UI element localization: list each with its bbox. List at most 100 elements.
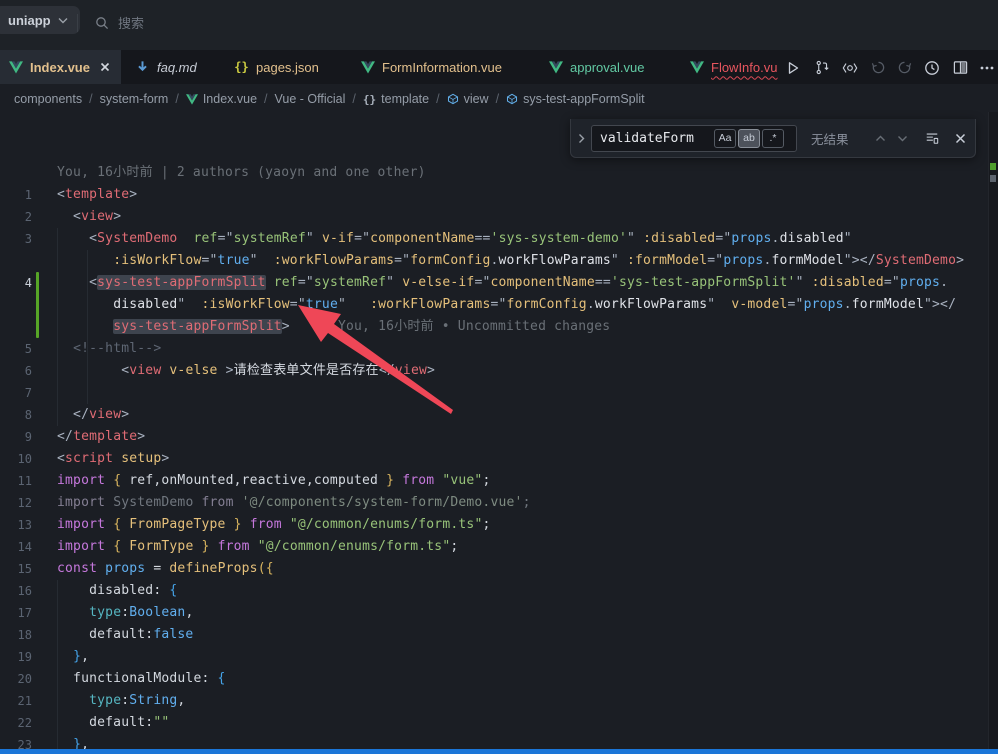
code-row[interactable]: :isWorkFlow="true" :workFlowParams="form… [0, 250, 988, 272]
occurrence-highlight: sys-test-appFormSplit [113, 319, 282, 334]
tab-flowinfo-vue[interactable]: FlowInfo.vu [681, 50, 778, 84]
breadcrumb-item-vue-official[interactable]: Vue - Official [275, 92, 346, 106]
close-find-widget-button[interactable] [949, 127, 971, 149]
code-row[interactable]: 21 type:String, [0, 690, 988, 712]
code-token: =" [201, 253, 217, 268]
tab-index-vue[interactable]: Index.vue [0, 50, 121, 84]
code-token: </ [57, 429, 73, 444]
breadcrumb-separator: / [436, 92, 439, 106]
code-token: SystemDemo [105, 495, 201, 510]
code-row[interactable]: 7 [0, 382, 988, 404]
code-row[interactable]: 1<template> [0, 184, 988, 206]
code-token: systemRef [314, 275, 386, 290]
code-token [210, 539, 218, 554]
code-row[interactable]: 16 disabled: { [0, 580, 988, 602]
code-row[interactable]: 12import SystemDemo from '@/components/s… [0, 492, 988, 514]
code-row[interactable]: 2 <view> [0, 206, 988, 228]
code-token: > [113, 209, 121, 224]
code-token [105, 539, 113, 554]
previous-match-button[interactable] [869, 127, 891, 149]
code-row[interactable]: sys-test-appFormSplit> You, 16小时前 • Unco… [0, 316, 988, 338]
whole-word-button[interactable]: ab [738, 129, 760, 148]
vue-icon [8, 60, 23, 75]
line-number: 4 [0, 272, 32, 294]
overview-ruler[interactable] [989, 112, 998, 750]
code-row[interactable]: 18 default:false [0, 624, 988, 646]
tab-pages-json[interactable]: {} pages.json [226, 50, 330, 84]
code-token [57, 649, 73, 664]
code-row[interactable]: 14import { FormType } from "@/common/enu… [0, 536, 988, 558]
open-changes-icon[interactable] [840, 58, 860, 77]
split-editor-button[interactable] [950, 58, 970, 77]
more-actions-button[interactable] [977, 58, 997, 77]
tab-label: pages.json [256, 60, 319, 75]
breadcrumb-item-template[interactable]: {} template [363, 92, 429, 106]
find-results-count: 无结果 [811, 129, 869, 148]
vue-icon [186, 94, 198, 105]
code-token: ({ [258, 561, 274, 576]
code-token [242, 517, 250, 532]
code-text: }, [57, 646, 89, 668]
code-token: v-if [322, 231, 354, 246]
tab-faq-md[interactable]: faq.md [127, 50, 209, 84]
toggle-replace-button[interactable] [571, 119, 591, 157]
code-row[interactable]: 19 }, [0, 646, 988, 668]
code-token: < [57, 231, 97, 246]
code-text: :isWorkFlow="true" :workFlowParams="form… [57, 250, 964, 272]
profile-icon[interactable] [922, 58, 942, 77]
run-button[interactable] [783, 58, 803, 77]
code-row[interactable]: 11import { ref,onMounted,reactive,comput… [0, 470, 988, 492]
breadcrumb-item-index-vue[interactable]: Index.vue [186, 92, 257, 106]
code-row[interactable]: You, 16小时前 | 2 authors (yaoyn and one ot… [0, 162, 988, 184]
code-token: =" [884, 275, 900, 290]
breadcrumb-item-system-form[interactable]: system-form [100, 92, 169, 106]
code-token: } [386, 473, 394, 488]
tab-forminformation-vue[interactable]: FormInformation.vue [352, 50, 516, 84]
code-row[interactable]: 13import { FromPageType } from "@/common… [0, 514, 988, 536]
code-token [266, 275, 274, 290]
global-search-button[interactable]: 搜索 [95, 13, 144, 32]
breadcrumb-item-sys-test-appformsplit[interactable]: sys-test-appFormSplit [506, 92, 645, 106]
compare-changes-icon[interactable] [812, 58, 832, 77]
breadcrumb-item-view[interactable]: view [447, 92, 489, 106]
line-number: 18 [0, 624, 32, 646]
code-token [57, 297, 113, 312]
tab-label: approval.vue [570, 60, 644, 75]
match-case-button[interactable]: Aa [714, 129, 736, 148]
code-token: template [65, 187, 129, 202]
code-token: < [57, 209, 81, 224]
tab-approval-vue[interactable]: approval.vue [540, 50, 658, 84]
code-row[interactable]: 5 <!--html--> [0, 338, 988, 360]
navigate-forward-icon[interactable] [894, 58, 914, 77]
code-token: from [402, 473, 434, 488]
code-row[interactable]: 22 default:"" [0, 712, 988, 734]
regex-button[interactable]: .* [762, 129, 784, 148]
code-token: " [338, 297, 370, 312]
code-row[interactable]: disabled" :isWorkFlow="true" :workFlowPa… [0, 294, 988, 316]
next-match-button[interactable] [891, 127, 913, 149]
code-row[interactable]: 10<script setup> [0, 448, 988, 470]
breadcrumb-item-components[interactable]: components [14, 92, 82, 106]
code-row[interactable]: 3 <SystemDemo ref="systemRef" v-if="comp… [0, 228, 988, 250]
code-row[interactable]: 20 functionalModule: { [0, 668, 988, 690]
tab-strip: Index.vue faq.md {} pages.json FormInfor… [0, 50, 998, 84]
project-menu-button[interactable]: uniapp [0, 6, 80, 34]
code-token: defineProps [169, 561, 257, 576]
code-row[interactable]: 8 </view> [0, 404, 988, 426]
code-row[interactable]: 9</template> [0, 426, 988, 448]
code-token: ; [523, 495, 531, 510]
code-row[interactable]: 6 <view v-else >请检查表单文件是否存在</view> [0, 360, 988, 382]
find-in-selection-button[interactable] [921, 127, 943, 149]
code-token: formConfig [410, 253, 490, 268]
code-row[interactable]: 15const props = defineProps({ [0, 558, 988, 580]
tab-label: Index.vue [30, 60, 90, 75]
navigate-back-icon[interactable] [868, 58, 888, 77]
code-area[interactable]: You, 16小时前 | 2 authors (yaoyn and one ot… [0, 112, 998, 750]
symbol-icon [506, 93, 518, 105]
find-input[interactable] [592, 131, 714, 146]
code-token [105, 473, 113, 488]
code-row[interactable]: 17 type:Boolean, [0, 602, 988, 624]
close-icon[interactable] [97, 59, 113, 75]
code-row[interactable]: 4 <sys-test-appFormSplit ref="systemRef"… [0, 272, 988, 294]
code-token [105, 517, 113, 532]
